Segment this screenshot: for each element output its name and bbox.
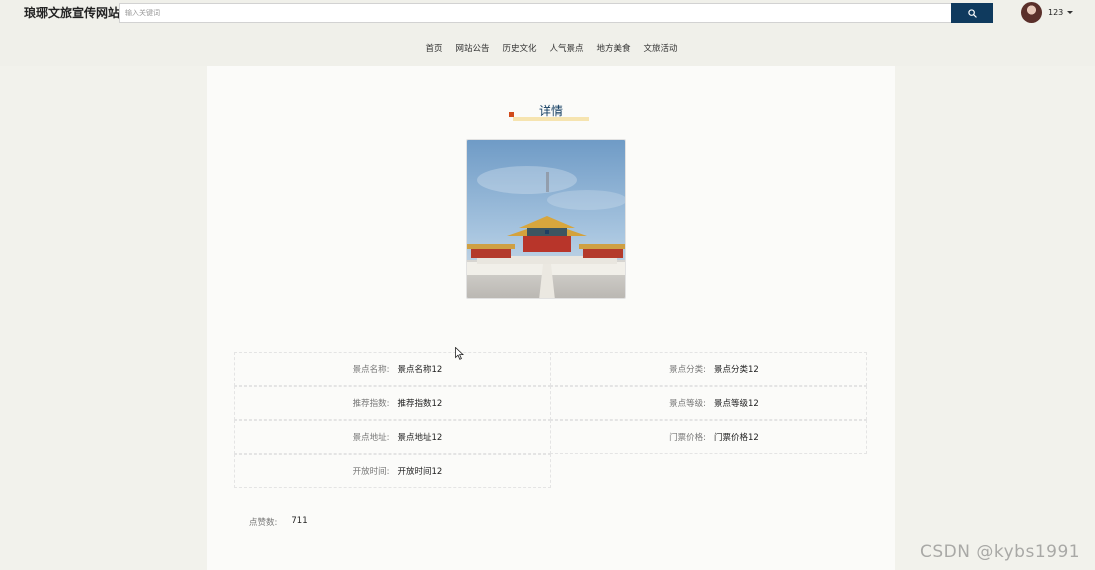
main-nav: 首页 网站公告 历史文化 人气景点 地方美食 文旅活动 — [0, 43, 1095, 55]
field-cell: 门票价格: 门票价格12 — [550, 419, 867, 454]
table-row: 推荐指数: 推荐指数12 景点等级: 景点等级12 — [233, 385, 868, 420]
empty-cell — [550, 454, 867, 489]
nav-item-popular-attractions[interactable]: 人气景点 — [550, 43, 584, 55]
field-label: 景点名称: — [352, 364, 390, 375]
nav-item-announcements[interactable]: 网站公告 — [455, 43, 489, 55]
field-value: 景点等级12 — [714, 398, 759, 409]
search-icon — [967, 8, 977, 18]
field-value: 开放时间12 — [397, 466, 443, 477]
detail-panel: 详情 景点名称: 景点名称12 景点分类: 景点分类12 推荐指数: 推荐指数1… — [207, 66, 895, 570]
search-button[interactable] — [951, 3, 993, 23]
field-label: 景点等级: — [669, 398, 706, 409]
top-header: 琅琊文旅宣传网站 123 首页 网站公告 历史文化 人气景点 地方美食 文旅活动 — [0, 0, 1095, 66]
page-title: 详情 — [538, 104, 563, 118]
nav-item-history-culture[interactable]: 历史文化 — [502, 43, 536, 55]
nav-item-home[interactable]: 首页 — [425, 43, 442, 55]
field-value: 门票价格12 — [714, 432, 759, 443]
nav-item-tourism-activities[interactable]: 文旅活动 — [644, 43, 678, 55]
section-title: 详情 — [509, 102, 589, 124]
nav-item-local-food[interactable]: 地方美食 — [597, 43, 631, 55]
watermark: CSDN @kybs1991 — [920, 542, 1081, 562]
search-input[interactable] — [119, 3, 952, 23]
avatar[interactable] — [1021, 2, 1042, 23]
chevron-down-icon[interactable] — [1067, 11, 1074, 14]
field-cell: 景点分类: 景点分类12 — [550, 351, 867, 386]
likes-label: 点赞数: — [249, 518, 278, 528]
palace-illustration — [467, 140, 625, 298]
table-row: 景点地址: 景点地址12 门票价格: 门票价格12 — [233, 419, 868, 454]
field-value: 景点地址12 — [397, 432, 443, 443]
field-cell: 景点等级: 景点等级12 — [550, 385, 867, 420]
field-value: 推荐指数12 — [397, 398, 443, 409]
field-label: 门票价格: — [669, 432, 706, 443]
likes-value: 711 — [291, 516, 308, 526]
field-label: 推荐指数: — [352, 398, 390, 409]
table-row: 开放时间: 开放时间12 — [233, 453, 868, 489]
field-label: 开放时间: — [352, 466, 390, 477]
attraction-image — [466, 139, 626, 299]
field-value: 景点名称12 — [397, 364, 443, 375]
mouse-cursor-icon — [455, 347, 464, 360]
likes-count: 点赞数: 711 — [249, 516, 308, 528]
detail-table: 景点名称: 景点名称12 景点分类: 景点分类12 推荐指数: 推荐指数12 景… — [233, 351, 868, 489]
field-value: 景点分类12 — [714, 364, 759, 375]
field-cell: 景点名称: 景点名称12 — [233, 351, 551, 386]
field-label: 景点分类: — [669, 364, 706, 375]
search-bar — [119, 3, 994, 23]
site-title[interactable]: 琅琊文旅宣传网站 — [24, 5, 120, 21]
username[interactable]: 123 — [1048, 8, 1063, 17]
table-row: 景点名称: 景点名称12 景点分类: 景点分类12 — [233, 351, 868, 386]
user-menu[interactable]: 123 — [1021, 2, 1074, 23]
field-cell: 推荐指数: 推荐指数12 — [233, 385, 551, 420]
field-cell: 景点地址: 景点地址12 — [233, 419, 551, 454]
field-cell: 开放时间: 开放时间12 — [233, 453, 551, 488]
field-label: 景点地址: — [352, 432, 390, 443]
